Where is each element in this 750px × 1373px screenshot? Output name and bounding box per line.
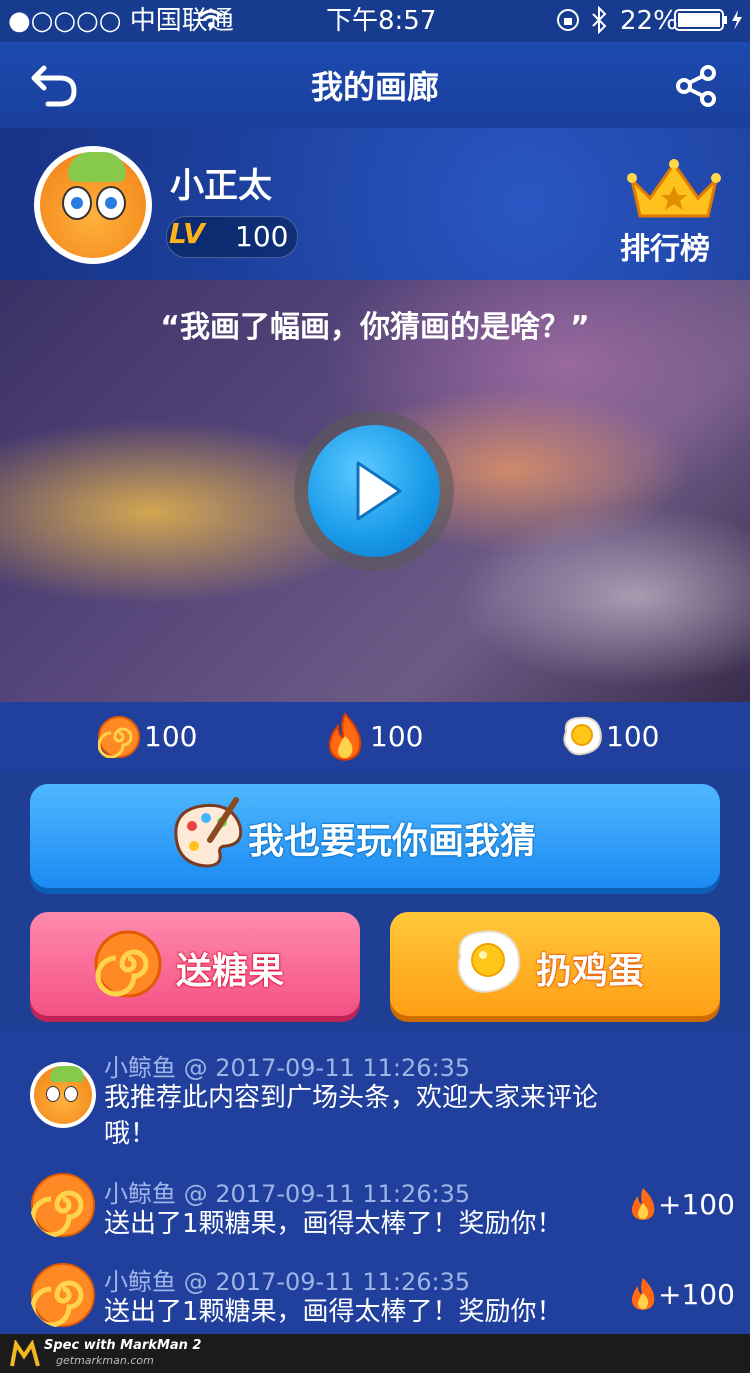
- clock: 下午8:57: [326, 6, 437, 36]
- flame-icon: [328, 712, 362, 762]
- lv-label: LV: [169, 217, 205, 250]
- list-item: 小鲸鱼 @ 2017-09-11 11:26:35 我推荐此内容到广场头条，欢迎…: [0, 1044, 750, 1154]
- egg-stat: 100: [560, 710, 690, 764]
- drawing-video[interactable]: “我画了幅画，你猜画的是啥？”: [0, 280, 750, 702]
- play-game-button[interactable]: 我也要玩你画我猜: [30, 784, 720, 888]
- crown-icon: [627, 159, 721, 218]
- battery-icon: [674, 9, 742, 31]
- candy-avatar-icon[interactable]: [30, 1172, 96, 1238]
- level-value: 100: [235, 220, 289, 253]
- comment-meta: 小鲸鱼 @ 2017-09-11 11:26:35: [104, 1180, 471, 1208]
- character-avatar[interactable]: [30, 1062, 96, 1128]
- nav-header: 我的画廊: [0, 42, 750, 128]
- reward-value: +100: [658, 1188, 735, 1221]
- status-bar: ●○○○○ 中国联通 下午8:57 22%: [0, 0, 750, 42]
- page-title: 我的画廊: [310, 68, 439, 106]
- comment-meta: 小鲸鱼 @ 2017-09-11 11:26:35: [104, 1054, 471, 1082]
- flame-icon: [631, 1278, 655, 1310]
- leaderboard-label: 排行榜: [620, 232, 710, 267]
- throw-egg-button[interactable]: 扔鸡蛋: [390, 912, 720, 1016]
- comment-text: 送出了1颗糖果，画得太棒了！奖励你！: [104, 1297, 563, 1327]
- candy-avatar-icon[interactable]: [30, 1262, 96, 1328]
- wifi-icon: [198, 9, 224, 28]
- comment-text: 送出了1颗糖果，画得太棒了！奖励你！: [104, 1209, 563, 1239]
- flame-count: 100: [370, 720, 424, 753]
- comment-meta: 小鲸鱼 @ 2017-09-11 11:26:35: [104, 1268, 471, 1296]
- share-icon[interactable]: [674, 64, 718, 108]
- palette-icon: [174, 797, 243, 868]
- level-badge: LV 100: [166, 216, 298, 258]
- flame-stat: 100: [324, 710, 444, 764]
- footer-url: getmarkman.com: [56, 1354, 154, 1367]
- throw-egg-label: 扔鸡蛋: [536, 951, 645, 992]
- play-button[interactable]: [294, 411, 454, 571]
- list-item: 小鲸鱼 @ 2017-09-11 11:26:35 送出了1颗糖果，画得太棒了！…: [0, 1170, 750, 1250]
- comment-text: 我推荐此内容到广场头条，欢迎大家来评论哦！: [104, 1083, 599, 1149]
- stats-row: 100 100 100: [0, 702, 750, 772]
- reward-badge: +100: [628, 1276, 738, 1316]
- rotation-lock-icon: [557, 9, 579, 31]
- candy-stat: 100: [98, 710, 218, 764]
- list-item: 小鲸鱼 @ 2017-09-11 11:26:35 送出了1颗糖果，画得太棒了！…: [0, 1260, 750, 1340]
- video-caption: “我画了幅画，你猜画的是啥？”: [160, 310, 590, 345]
- play-icon: [356, 461, 402, 521]
- battery-percent: 22%: [620, 6, 678, 36]
- play-game-label: 我也要玩你画我猜: [248, 821, 537, 862]
- comment-list: 小鲸鱼 @ 2017-09-11 11:26:35 我推荐此内容到广场头条，欢迎…: [0, 1030, 750, 1334]
- candy-icon: [94, 930, 162, 998]
- egg-count: 100: [606, 720, 660, 753]
- flame-icon: [631, 1188, 655, 1220]
- candy-icon: [98, 716, 140, 758]
- avatar[interactable]: [34, 146, 152, 264]
- reward-badge: +100: [628, 1186, 738, 1226]
- username: 小正太: [170, 166, 272, 206]
- footer-brand: Spec with MarkMan 2: [44, 1338, 202, 1353]
- profile-section: 小正太 LV 100 排行榜: [0, 128, 750, 280]
- egg-icon: [563, 716, 602, 756]
- markman-footer: Spec with MarkMan 2 getmarkman.com: [0, 1334, 750, 1373]
- candy-count: 100: [144, 720, 198, 753]
- send-candy-button[interactable]: 送糖果: [30, 912, 360, 1016]
- leaderboard-button[interactable]: 排行榜: [616, 158, 726, 268]
- bluetooth-icon: [592, 6, 607, 34]
- send-candy-label: 送糖果: [176, 951, 285, 992]
- egg-icon: [457, 930, 521, 993]
- markman-logo-icon: [10, 1340, 40, 1367]
- reward-value: +100: [658, 1278, 735, 1311]
